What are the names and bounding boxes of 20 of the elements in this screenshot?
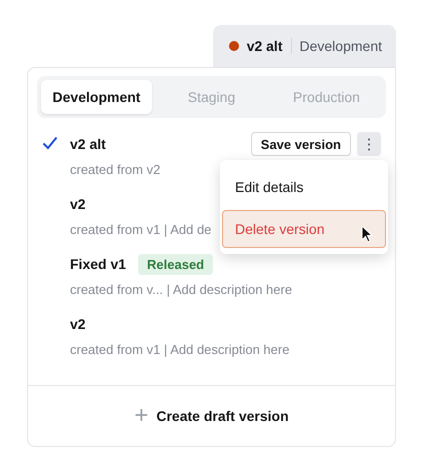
- more-button[interactable]: ⋮: [357, 132, 381, 156]
- plus-icon: +: [134, 404, 148, 428]
- version-name[interactable]: v2: [70, 196, 86, 212]
- version-name: v2 alt: [246, 38, 292, 54]
- create-draft-button[interactable]: + Create draft version: [128, 403, 295, 429]
- version-name[interactable]: Fixed v1: [70, 256, 126, 272]
- version-name[interactable]: v2 alt: [70, 136, 106, 152]
- current-version-pill[interactable]: v2 alt Development: [212, 25, 396, 67]
- environment-tab[interactable]: Development: [41, 80, 152, 114]
- save-version-button[interactable]: Save version: [250, 132, 351, 156]
- version-description: created from v... | Add description here: [70, 282, 292, 297]
- menu-item[interactable]: Delete version: [222, 210, 386, 248]
- cursor-icon: [361, 225, 373, 243]
- version-name[interactable]: v2: [70, 316, 86, 332]
- environment-label: Development: [300, 38, 382, 54]
- version-description: created from v1 | Add description here: [70, 342, 290, 357]
- menu-item[interactable]: Edit details: [222, 168, 386, 206]
- version-description: created from v2: [70, 162, 160, 177]
- version-description: created from v1 | Add de: [70, 222, 212, 237]
- status-badge: Released: [138, 254, 214, 274]
